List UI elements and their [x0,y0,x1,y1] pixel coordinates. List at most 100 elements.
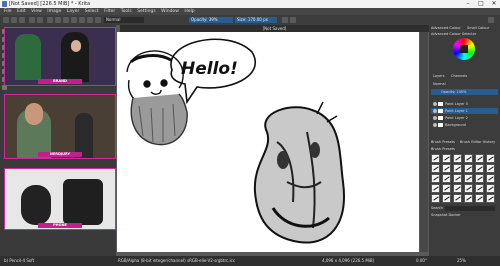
brush-preset-icon[interactable] [464,194,473,203]
tab-advanced-colour[interactable]: Advanced Colour [431,26,461,31]
layer-opacity-slider[interactable]: Opacity: 100% [431,89,498,95]
visibility-icon[interactable] [433,123,437,127]
brush-preset-icon[interactable] [63,17,69,23]
tab-layers[interactable]: Layers [433,74,445,79]
layer-row[interactable]: Paint Layer 2 [431,115,498,121]
brush-preset-icon[interactable] [486,184,495,193]
brush-preset-icon[interactable] [453,184,462,193]
brush-preset-icon[interactable] [442,184,451,193]
brush-stroke-icon [455,176,461,181]
tab-brush-presets[interactable]: Brush Presets [431,140,455,145]
document-tab[interactable]: [Not Saved] [120,25,429,32]
brush-preset-icon[interactable] [486,174,495,183]
brush-stroke-icon [433,176,439,181]
brush-preset-icon[interactable] [475,164,484,173]
alpha-lock-icon[interactable] [87,17,93,23]
brush-preset-icon[interactable] [464,174,473,183]
brush-preset-icon[interactable] [442,174,451,183]
webcam-3 [4,168,116,230]
drawing-canvas[interactable]: Hello! [117,32,419,252]
brush-preset-icon[interactable] [486,154,495,163]
brush-stroke-icon [444,186,450,191]
open-document-icon[interactable] [11,17,17,23]
status-rotation: 0.00° [416,258,427,263]
size-slider[interactable]: Size: 170.00 px [235,17,277,23]
colour-wheel-center [460,45,468,53]
brush-stroke-icon [444,176,450,181]
brush-preset-icon[interactable] [486,164,495,173]
menu-tools[interactable]: Tools [121,8,132,15]
brush-preset-icon[interactable] [453,174,462,183]
brush-preset-icon[interactable] [475,194,484,203]
brush-preset-icon[interactable] [453,194,462,203]
reload-preset-icon[interactable] [95,17,101,23]
brush-preset-icon[interactable] [431,154,440,163]
brush-preset-icon[interactable] [431,164,440,173]
brush-stroke-icon [433,196,439,201]
layer-row-selected[interactable]: Paint Layer 1 [431,108,498,114]
undo-icon[interactable] [29,17,35,23]
brush-preset-icon[interactable] [464,184,473,193]
menu-settings[interactable]: Settings [137,8,155,15]
brush-preset-icon[interactable] [442,154,451,163]
layer-row[interactable]: Background [431,122,498,128]
eraser-icon[interactable] [71,17,77,23]
menu-select[interactable]: Select [85,8,99,15]
layer-blend-mode[interactable]: Normal [433,82,446,87]
webcam-1 [4,27,116,86]
brush-preset-icon[interactable] [475,184,484,193]
close-button[interactable]: ✕ [488,0,500,8]
menu-edit[interactable]: Edit [17,8,26,15]
brush-stroke-icon [488,186,494,191]
brush-search-input[interactable] [445,206,495,211]
brush-preset-icon[interactable] [475,154,484,163]
gradient-icon[interactable] [47,17,53,23]
save-icon[interactable] [19,17,25,23]
pattern-icon[interactable] [55,17,61,23]
webcam-2 [4,94,116,159]
brush-preset-icon[interactable] [431,174,440,183]
menu-window[interactable]: Window [161,8,179,15]
brush-preset-icon[interactable] [453,154,462,163]
layer-row[interactable]: Paint Layer 3 [431,101,498,107]
brush-preset-icon[interactable] [486,194,495,203]
mirror-horizontal-icon[interactable] [282,17,288,23]
brush-stroke-icon [444,166,450,171]
brush-preset-icon[interactable] [442,164,451,173]
menu-view[interactable]: View [31,8,42,15]
brush-preset-icon[interactable] [431,184,440,193]
menu-file[interactable]: File [4,8,12,15]
preserve-alpha-icon[interactable] [79,17,85,23]
maximize-button[interactable]: □ [475,0,487,8]
brush-preset-icon[interactable] [453,164,462,173]
status-brush[interactable]: b) Pencil-4 Soft [4,256,34,266]
brush-preset-icon[interactable] [442,194,451,203]
visibility-icon[interactable] [433,116,437,120]
brush-stroke-icon [455,166,461,171]
blend-mode-dropdown[interactable]: Normal [104,17,144,23]
brush-stroke-icon [466,176,472,181]
menu-image[interactable]: Image [47,8,61,15]
visibility-icon[interactable] [433,109,437,113]
tab-brush-editor-history[interactable]: Brush Editor History [460,140,495,145]
mirror-vertical-icon[interactable] [290,17,296,23]
canvas-vertical-scrollbar[interactable] [420,32,428,252]
new-document-icon[interactable] [3,17,9,23]
colour-wheel[interactable] [453,38,475,60]
brush-preset-icon[interactable] [464,164,473,173]
workspace-icon[interactable] [488,17,494,23]
status-zoom[interactable]: 25% [457,256,466,266]
tab-channels[interactable]: Channels [451,74,467,79]
redo-icon[interactable] [37,17,43,23]
visibility-icon[interactable] [433,102,437,106]
brush-preset-icon[interactable] [475,174,484,183]
snapshot-docker-tab[interactable]: Snapshot Docker [431,213,461,218]
opacity-slider[interactable]: Opacity: 39% [189,17,233,23]
menu-filter[interactable]: Filter [104,8,115,15]
brush-preset-icon[interactable] [464,154,473,163]
tab-small-colour[interactable]: Small Colour [467,26,489,31]
minimize-button[interactable]: – [462,0,474,8]
menu-layer[interactable]: Layer [67,8,80,15]
brush-preset-icon[interactable] [431,194,440,203]
menu-help[interactable]: Help [184,8,194,15]
